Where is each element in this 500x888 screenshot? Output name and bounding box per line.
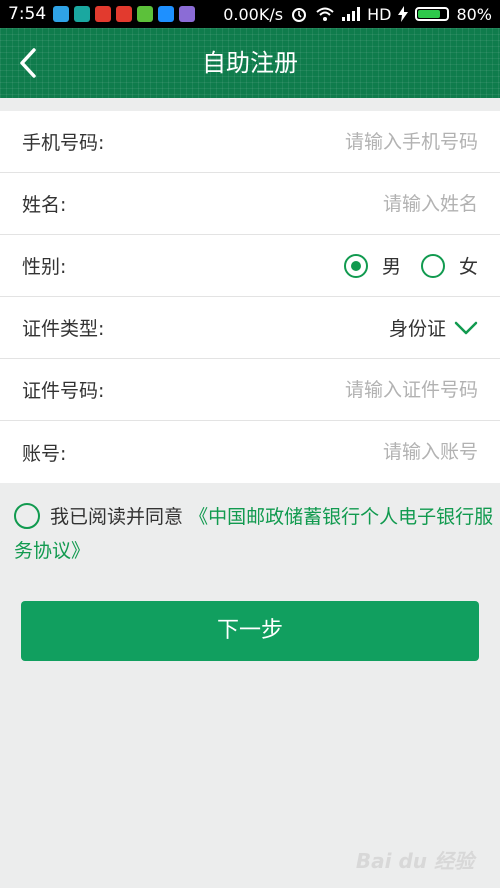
phone-label: 手机号码: bbox=[22, 132, 105, 154]
gender-row: 性别: 男 女 bbox=[0, 235, 500, 297]
registration-form: 手机号码: 姓名: 性别: 男 女 证件类型: 身份证 证件号码: 账号: bbox=[0, 111, 500, 483]
name-row: 姓名: bbox=[0, 173, 500, 235]
gender-options: 男 女 bbox=[343, 252, 478, 279]
name-label: 姓名: bbox=[22, 194, 67, 216]
gender-option-male[interactable]: 男 bbox=[343, 252, 401, 279]
app-notification-icon bbox=[116, 6, 133, 22]
page-title: 自助注册 bbox=[202, 49, 298, 77]
wifi-icon bbox=[316, 7, 334, 21]
id-type-row: 证件类型: 身份证 bbox=[0, 297, 500, 359]
signal-icon bbox=[342, 7, 361, 21]
battery-icon bbox=[415, 7, 450, 21]
next-button[interactable]: 下一步 bbox=[21, 601, 479, 661]
id-type-select[interactable]: 身份证 bbox=[389, 314, 478, 341]
gender-male-label: 男 bbox=[381, 256, 401, 278]
radio-checked-icon[interactable] bbox=[343, 253, 368, 278]
phone-input[interactable] bbox=[248, 130, 478, 153]
status-time: 7:54 bbox=[8, 4, 47, 24]
net-speed: 0.00K/s bbox=[223, 4, 284, 24]
app-notification-icon bbox=[179, 6, 196, 22]
alarm-icon bbox=[292, 8, 307, 22]
network-type: HD bbox=[367, 4, 392, 24]
notification-icons bbox=[53, 6, 196, 22]
account-input[interactable] bbox=[248, 441, 478, 463]
app-notification-icon bbox=[53, 6, 70, 22]
id-type-label: 证件类型: bbox=[22, 318, 105, 340]
phone-row: 手机号码: bbox=[0, 111, 500, 173]
watermark-logo: Bai du 经验 bbox=[355, 849, 474, 873]
app-notification-icon bbox=[95, 6, 112, 22]
app-notification-icon bbox=[158, 6, 175, 22]
charging-icon bbox=[398, 6, 409, 22]
gender-option-female[interactable]: 女 bbox=[420, 252, 478, 279]
agreement-checkbox[interactable] bbox=[14, 503, 40, 529]
account-label: 账号: bbox=[22, 442, 67, 465]
radio-unchecked-icon[interactable] bbox=[420, 253, 445, 278]
battery-percent: 80% bbox=[456, 4, 492, 24]
status-right: 0.00K/s HD 80% bbox=[223, 0, 492, 28]
app-notification-icon bbox=[74, 6, 91, 22]
id-number-row: 证件号码: bbox=[0, 359, 500, 421]
app-header: 自助注册 bbox=[0, 28, 500, 98]
app-notification-icon bbox=[137, 6, 154, 22]
status-bar: 7:54 0.00K/s HD 80% bbox=[0, 0, 500, 28]
gender-label: 性别: bbox=[22, 256, 67, 278]
agreement-text: 我已阅读并同意 bbox=[50, 506, 184, 528]
id-type-value: 身份证 bbox=[388, 318, 446, 340]
id-number-input[interactable] bbox=[248, 378, 478, 401]
gender-female-label: 女 bbox=[458, 256, 478, 278]
account-row: 账号: bbox=[0, 421, 500, 483]
name-input[interactable] bbox=[248, 192, 478, 215]
id-number-label: 证件号码: bbox=[22, 380, 105, 402]
agreement: 我已阅读并同意 《中国邮政储蓄银行个人电子银行服务协议》 bbox=[14, 500, 500, 568]
chevron-down-icon bbox=[454, 321, 478, 334]
